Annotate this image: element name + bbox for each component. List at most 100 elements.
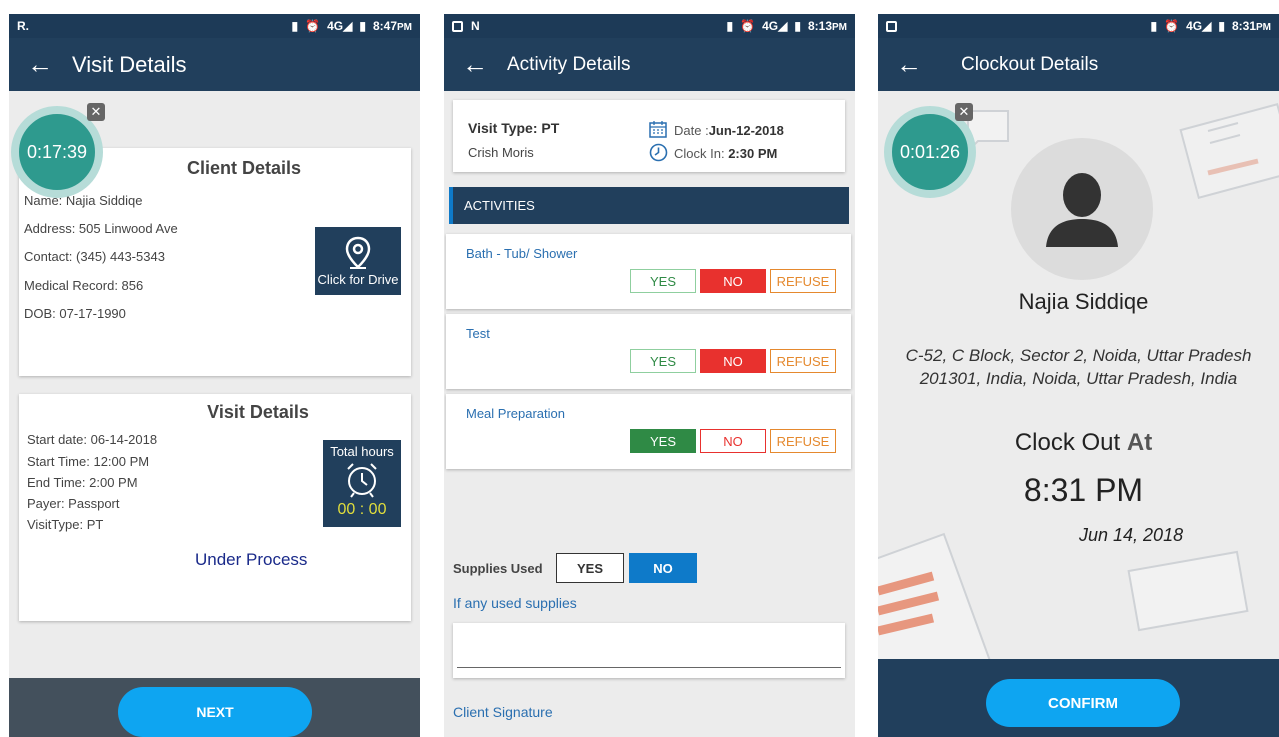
alarm-icon: ⏰ xyxy=(740,19,756,33)
visit-payer: Payer: Passport xyxy=(27,496,120,511)
visit-date: Date :Jun-12-2018 xyxy=(674,123,784,138)
client-medical-record: Medical Record: 856 xyxy=(24,278,144,293)
visit-status: Under Process xyxy=(195,550,308,569)
battery-icon: ▮ xyxy=(359,19,366,33)
activity-yes-button[interactable]: YES xyxy=(630,349,696,373)
activity-yes-button[interactable]: YES xyxy=(630,269,696,293)
status-bar: N ▮ ⏰ 4G◢ ▮ 8:13PM xyxy=(444,14,855,38)
status-bar: R. ▮ ⏰ 4G◢ ▮ 8:47PM xyxy=(9,14,420,38)
visit-details-card: Visit Details Start date: 06-14-2018 Sta… xyxy=(19,394,411,621)
timer-value: 0:01:26 xyxy=(899,141,961,162)
clock-icon xyxy=(649,143,668,162)
image-notification-icon xyxy=(452,20,463,32)
activity-refuse-button[interactable]: REFUSE xyxy=(770,269,836,293)
client-dob: DOB: 07-17-1990 xyxy=(24,306,126,321)
visit-details-screen: R. ▮ ⏰ 4G◢ ▮ 8:47PM ← Visit Details Clie… xyxy=(9,14,420,737)
client-contact: Contact: (345) 443-5343 xyxy=(24,249,165,264)
activity-card: Test YES NO REFUSE xyxy=(446,314,851,389)
signal-icon: 4G◢ xyxy=(762,19,788,33)
visit-details-heading: Visit Details xyxy=(207,402,309,422)
status-carrier: R. xyxy=(17,19,29,33)
user-avatar-icon xyxy=(1046,173,1118,247)
visit-start-time: Start Time: 12:00 PM xyxy=(27,454,150,469)
back-arrow-icon[interactable]: ← xyxy=(896,49,961,80)
next-button[interactable]: NEXT xyxy=(118,687,312,737)
supplies-input-underline xyxy=(457,667,841,668)
total-hours-value: 00 : 00 xyxy=(337,501,387,518)
visit-type: VisitType: PT xyxy=(27,517,104,532)
n-notification-icon: N xyxy=(471,19,480,33)
client-address: C-52, C Block, Sector 2, Noida, Uttar Pr… xyxy=(878,344,1279,390)
status-time: 8:31PM xyxy=(1231,19,1271,33)
app-bar: ← Activity Details xyxy=(444,38,855,91)
activity-name: Test xyxy=(466,326,490,341)
page-title: Clockout Details xyxy=(961,53,1099,75)
clockout-details-screen: ▮ ⏰ 4G◢ ▮ 8:31PM ← Clockout Details 0:01… xyxy=(878,14,1279,737)
signal-icon: 4G◢ xyxy=(327,19,353,33)
activity-yes-button[interactable]: YES xyxy=(630,429,696,453)
visit-start-date: Start date: 06-14-2018 xyxy=(27,432,158,447)
activity-refuse-button[interactable]: REFUSE xyxy=(770,349,836,373)
vibrate-icon: ▮ xyxy=(1150,19,1158,33)
activity-refuse-button[interactable]: REFUSE xyxy=(770,429,836,453)
supplies-no-button[interactable]: NO xyxy=(629,553,697,583)
close-icon[interactable]: ✕ xyxy=(955,103,973,121)
activity-no-button[interactable]: NO xyxy=(700,269,766,293)
status-time: 8:13PM xyxy=(807,19,847,33)
battery-icon: ▮ xyxy=(794,19,801,33)
bottom-bar: NEXT xyxy=(9,678,420,737)
back-arrow-icon[interactable]: ← xyxy=(27,49,72,80)
alarm-icon: ⏰ xyxy=(1164,19,1180,33)
battery-icon: ▮ xyxy=(1218,19,1225,33)
activity-card: Meal Preparation YES NO REFUSE xyxy=(446,394,851,469)
alarm-icon: ⏰ xyxy=(305,19,321,33)
status-time: 8:47PM xyxy=(372,19,412,33)
supplies-yes-button[interactable]: YES xyxy=(556,553,624,583)
vibrate-icon: ▮ xyxy=(291,19,299,33)
clock-out-label: Clock Out At xyxy=(1014,429,1153,456)
visit-end-time: End Time: 2:00 PM xyxy=(27,475,138,490)
click-for-drive-button[interactable]: Click for Drive xyxy=(315,227,401,295)
signal-icon: 4G◢ xyxy=(1186,19,1212,33)
visit-summary-card: Visit Type: PT Crish Moris Date :Jun-12-… xyxy=(453,100,845,172)
clock-out-date: Jun 14, 2018 xyxy=(1079,525,1184,545)
location-pin-icon xyxy=(345,236,371,269)
client-name: Crish Moris xyxy=(468,145,534,160)
activity-name: Bath - Tub/ Shower xyxy=(466,246,578,261)
page-title: Visit Details xyxy=(72,51,187,77)
supplies-input[interactable] xyxy=(453,623,845,678)
drive-label: Click for Drive xyxy=(317,271,399,287)
app-bar: ← Clockout Details xyxy=(878,38,1279,91)
back-arrow-icon[interactable]: ← xyxy=(462,49,507,80)
page-title: Activity Details xyxy=(507,53,631,75)
bottom-bar: CONFIRM xyxy=(878,659,1279,737)
activity-card: Bath - Tub/ Shower YES NO REFUSE xyxy=(446,234,851,309)
image-notification-icon xyxy=(886,20,897,32)
app-bar: ← Visit Details xyxy=(9,38,420,91)
activity-no-button[interactable]: NO xyxy=(700,349,766,373)
avatar xyxy=(1011,138,1153,280)
address-line-1: C-52, C Block, Sector 2, Noida, Uttar Pr… xyxy=(905,346,1252,365)
client-name: Najia Siddiqe xyxy=(1018,289,1149,314)
total-hours-label: Total hours xyxy=(330,444,394,459)
confirm-button[interactable]: CONFIRM xyxy=(986,679,1180,727)
visit-type: Visit Type: PT xyxy=(468,120,560,136)
status-bar: ▮ ⏰ 4G◢ ▮ 8:31PM xyxy=(878,14,1279,38)
vibrate-icon: ▮ xyxy=(726,19,734,33)
activity-name: Meal Preparation xyxy=(466,406,565,421)
activities-header: ACTIVITIES xyxy=(449,187,849,224)
client-signature-label: Client Signature xyxy=(453,704,553,720)
supplies-label: Supplies Used xyxy=(453,561,543,576)
close-icon[interactable]: ✕ xyxy=(87,103,105,121)
client-address: Address: 505 Linwood Ave xyxy=(24,221,178,236)
activity-no-button[interactable]: NO xyxy=(700,429,766,453)
alarm-clock-icon xyxy=(347,463,377,498)
timer-value: 0:17:39 xyxy=(26,141,88,162)
address-line-2: 201301, India, Noida, Uttar Pradesh, Ind… xyxy=(919,369,1238,388)
supplies-hint: If any used supplies xyxy=(453,595,577,611)
activity-details-screen: N ▮ ⏰ 4G◢ ▮ 8:13PM ← Activity Details Vi… xyxy=(444,14,855,737)
clock-out-time: 8:31 PM xyxy=(1023,472,1144,508)
clock-in: Clock In: 2:30 PM xyxy=(674,146,778,161)
calendar-icon xyxy=(649,121,667,138)
total-hours-box: Total hours 00 : 00 xyxy=(323,440,401,527)
